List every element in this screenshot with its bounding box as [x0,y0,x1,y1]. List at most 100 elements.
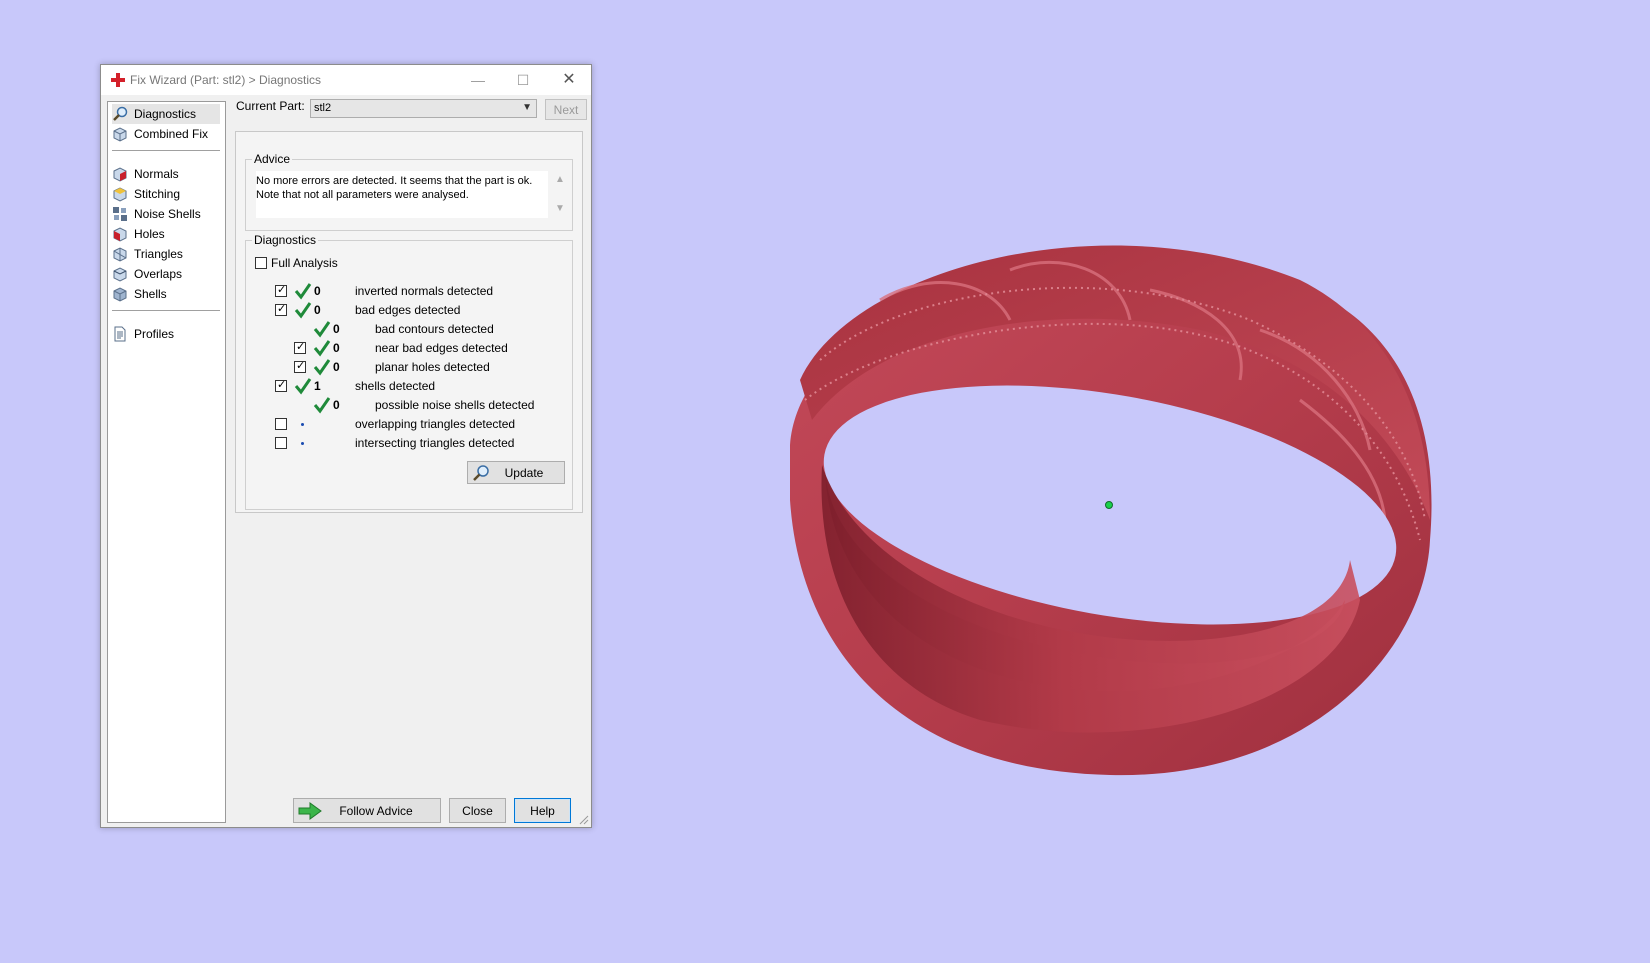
bad-edges-count: 0 [314,303,321,317]
sidebar-item-label: Combined Fix [134,127,209,141]
pending-dot-icon [301,442,304,445]
sidebar-item-holes[interactable]: Holes [112,224,220,244]
fix-wizard-dialog: Fix Wizard (Part: stl2) > Diagnostics — … [100,64,592,828]
sidebar-item-label: Shells [134,287,167,301]
bad-edges-text: bad edges detected [355,303,461,317]
cube-icon [113,127,127,142]
sidebar-item-noise-shells[interactable]: Noise Shells [112,204,220,224]
close-button-label: Close [462,803,493,818]
current-part-select[interactable]: stl2 ▼ [310,99,537,118]
title-bar[interactable]: Fix Wizard (Part: stl2) > Diagnostics — … [101,65,591,95]
near-bad-edges-checkbox[interactable]: ✓ [294,341,306,354]
overlaps-cube-icon [113,267,127,282]
close-window-button[interactable]: ✕ [549,67,589,93]
advice-text-box: No more errors are detected. It seems th… [256,171,565,218]
full-analysis-checkbox[interactable] [255,257,267,269]
bad-edges-checkbox[interactable]: ✓ [275,303,287,316]
sidebar-item-label: Holes [134,227,165,241]
sidebar-item-label: Stitching [134,187,181,201]
current-part-label: Current Part: [236,99,305,113]
noise-shells-text: possible noise shells detected [375,398,535,412]
overlapping-triangles-text: overlapping triangles detected [355,417,516,431]
advice-title: Advice [252,152,293,166]
shells-text: shells detected [355,379,436,393]
pending-dot-icon [301,423,304,426]
stitching-cube-icon [113,187,127,202]
current-part-value: stl2 [314,102,332,114]
shells-count: 1 [314,379,321,393]
sidebar-item-label: Profiles [134,327,175,341]
sidebar-item-triangles[interactable]: Triangles [112,244,220,264]
inverted-normals-checkbox[interactable]: ✓ [275,284,287,297]
next-button-label: Next [553,102,579,117]
help-button-label: Help [530,803,555,818]
advice-group: Advice No more errors are detected. It s… [245,152,573,231]
full-analysis-label: Full Analysis [271,256,338,270]
normals-cube-icon [113,167,127,182]
diagnostics-title: Diagnostics [252,233,319,247]
scroll-up-icon[interactable]: ▲ [555,174,565,185]
diagnostics-group: Diagnostics Full Analysis ✓ 0 inverted n… [245,233,573,510]
inverted-normals-count: 0 [314,284,321,298]
green-check-icon [294,378,312,395]
near-bad-edges-text: near bad edges detected [375,341,508,355]
sidebar-item-stitching[interactable]: Stitching [112,184,220,204]
planar-holes-count: 0 [333,360,340,374]
help-button[interactable]: Help [514,798,571,823]
pivot-point [1105,501,1113,509]
holes-cube-icon [113,227,127,242]
near-bad-edges-count: 0 [333,341,340,355]
update-button[interactable]: Update [467,461,565,484]
advice-line-1: No more errors are detected. It seems th… [256,175,533,187]
close-button[interactable]: Close [449,798,506,823]
green-check-icon [313,397,331,414]
bad-contours-text: bad contours detected [375,322,494,336]
document-icon [114,326,126,342]
sidebar-item-profiles[interactable]: Profiles [112,324,220,344]
magnifier-icon [473,465,489,481]
green-check-icon [294,302,312,319]
planar-holes-text: planar holes detected [375,360,490,374]
triangles-cube-icon [113,247,127,262]
overlapping-triangles-checkbox[interactable] [275,418,287,430]
window-title: Fix Wizard (Part: stl2) > Diagnostics [130,73,322,87]
sidebar-item-diagnostics[interactable]: Diagnostics [112,104,220,124]
noise-shells-icon [113,207,127,221]
sidebar: Diagnostics Combined Fix Normals Stitchi… [107,101,226,823]
sidebar-item-label: Normals [134,167,179,181]
scroll-down-icon[interactable]: ▼ [555,203,565,214]
follow-advice-label: Follow Advice [339,803,413,818]
intersecting-triangles-text: intersecting triangles detected [355,436,515,450]
sidebar-item-combined-fix[interactable]: Combined Fix [112,124,220,144]
sidebar-item-label: Overlaps [134,267,183,281]
magnifier-icon [113,106,128,121]
green-check-icon [313,359,331,376]
red-cross-icon [111,73,125,87]
green-check-icon [313,340,331,357]
intersecting-triangles-checkbox[interactable] [275,437,287,449]
resize-grip-icon[interactable] [579,815,589,825]
next-button[interactable]: Next [545,99,587,120]
sidebar-divider [112,310,220,311]
inverted-normals-text: inverted normals detected [355,284,494,298]
green-check-icon [313,321,331,338]
bad-contours-count: 0 [333,322,340,336]
sidebar-item-normals[interactable]: Normals [112,164,220,184]
minimize-button[interactable]: — [458,67,498,93]
shells-cube-icon [113,287,127,302]
follow-advice-button[interactable]: Follow Advice [293,798,441,823]
noise-shells-count: 0 [333,398,340,412]
sidebar-divider [112,150,220,151]
chevron-down-icon: ▼ [522,102,532,113]
shells-checkbox[interactable]: ✓ [275,379,287,392]
green-check-icon [294,283,312,300]
update-button-label: Update [504,465,544,480]
planar-holes-checkbox[interactable]: ✓ [294,360,306,373]
diagnostics-panel: Advice No more errors are detected. It s… [235,131,583,513]
sidebar-item-label: Diagnostics [134,107,197,121]
advice-line-2: Note that not all parameters were analys… [256,189,469,201]
sidebar-item-shells[interactable]: Shells [112,284,220,304]
sidebar-item-overlaps[interactable]: Overlaps [112,264,220,284]
sidebar-item-label: Triangles [134,247,183,261]
maximize-button[interactable]: ☐ [503,67,543,93]
